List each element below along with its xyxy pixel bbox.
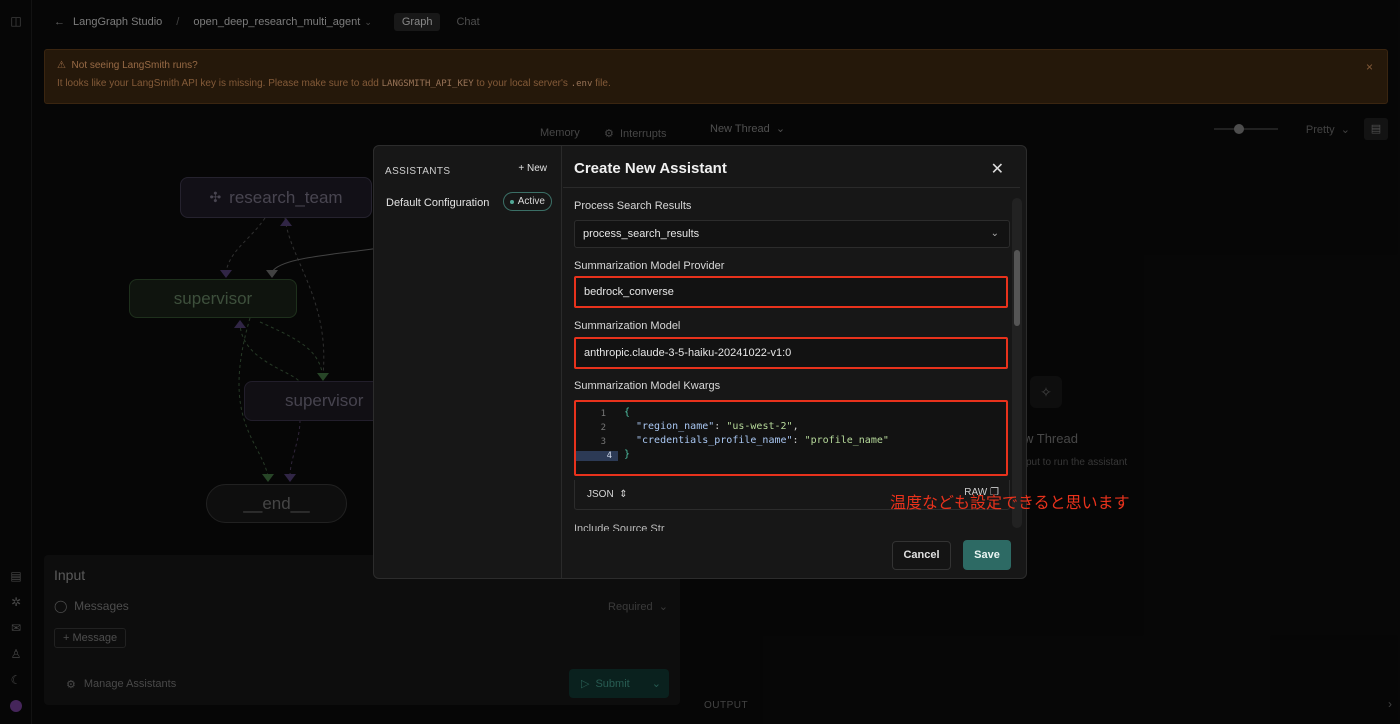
model-provider-input[interactable]: bedrock_converse [574, 276, 1008, 308]
field-label-process-search: Process Search Results [574, 200, 692, 212]
assistant-name: Default Configuration [386, 197, 490, 209]
model-input[interactable]: anthropic.claude-3-5-haiku-20241022-v1:0 [574, 337, 1008, 369]
scrollbar-track[interactable] [1012, 198, 1022, 528]
assistant-item[interactable]: Default Configuration Active [380, 192, 556, 214]
line-number: 2 [600, 423, 606, 433]
assistants-list: ASSISTANTS + New Default Configuration A… [374, 146, 562, 578]
field-label-model: Summarization Model [574, 320, 681, 332]
line-number: 3 [600, 437, 606, 447]
divider [563, 187, 1020, 188]
line-number: 1 [600, 409, 606, 419]
chevron-down-icon: ⌄ [990, 228, 999, 239]
modal-title: Create New Assistant [574, 160, 727, 177]
code-line: { [624, 407, 631, 418]
assistants-header: ASSISTANTS [385, 166, 451, 177]
create-assistant-modal: ASSISTANTS + New Default Configuration A… [373, 145, 1027, 579]
close-icon[interactable]: ✕ [991, 159, 1004, 179]
status-badge: Active [502, 192, 552, 211]
annotation-text: 温度なども設定できると思います [890, 495, 1130, 512]
code-line: "region_name": "us-west-2", [636, 421, 799, 432]
field-label-model-kwargs: Summarization Model Kwargs [574, 380, 721, 392]
field-label-include-source: Include Source Str [574, 523, 665, 531]
new-assistant-button[interactable]: + New [518, 163, 547, 174]
scrollbar-thumb[interactable] [1014, 250, 1020, 326]
process-search-select[interactable]: process_search_results ⌄ [574, 220, 1010, 248]
field-label-model-provider: Summarization Model Provider [574, 260, 725, 272]
code-line: } [624, 449, 631, 460]
line-number-active: 4 [576, 451, 618, 461]
cancel-button[interactable]: Cancel [892, 541, 951, 570]
save-button[interactable]: Save [963, 540, 1011, 570]
code-line: "credentials_profile_name": "profile_nam… [636, 435, 889, 446]
kwargs-code-editor[interactable]: 1 2 3 4 { "region_name": "us-west-2", "c… [574, 400, 1008, 476]
chevron-updown-icon: ⇕ [619, 489, 628, 500]
format-select[interactable]: JSON ⇕ [587, 489, 628, 500]
